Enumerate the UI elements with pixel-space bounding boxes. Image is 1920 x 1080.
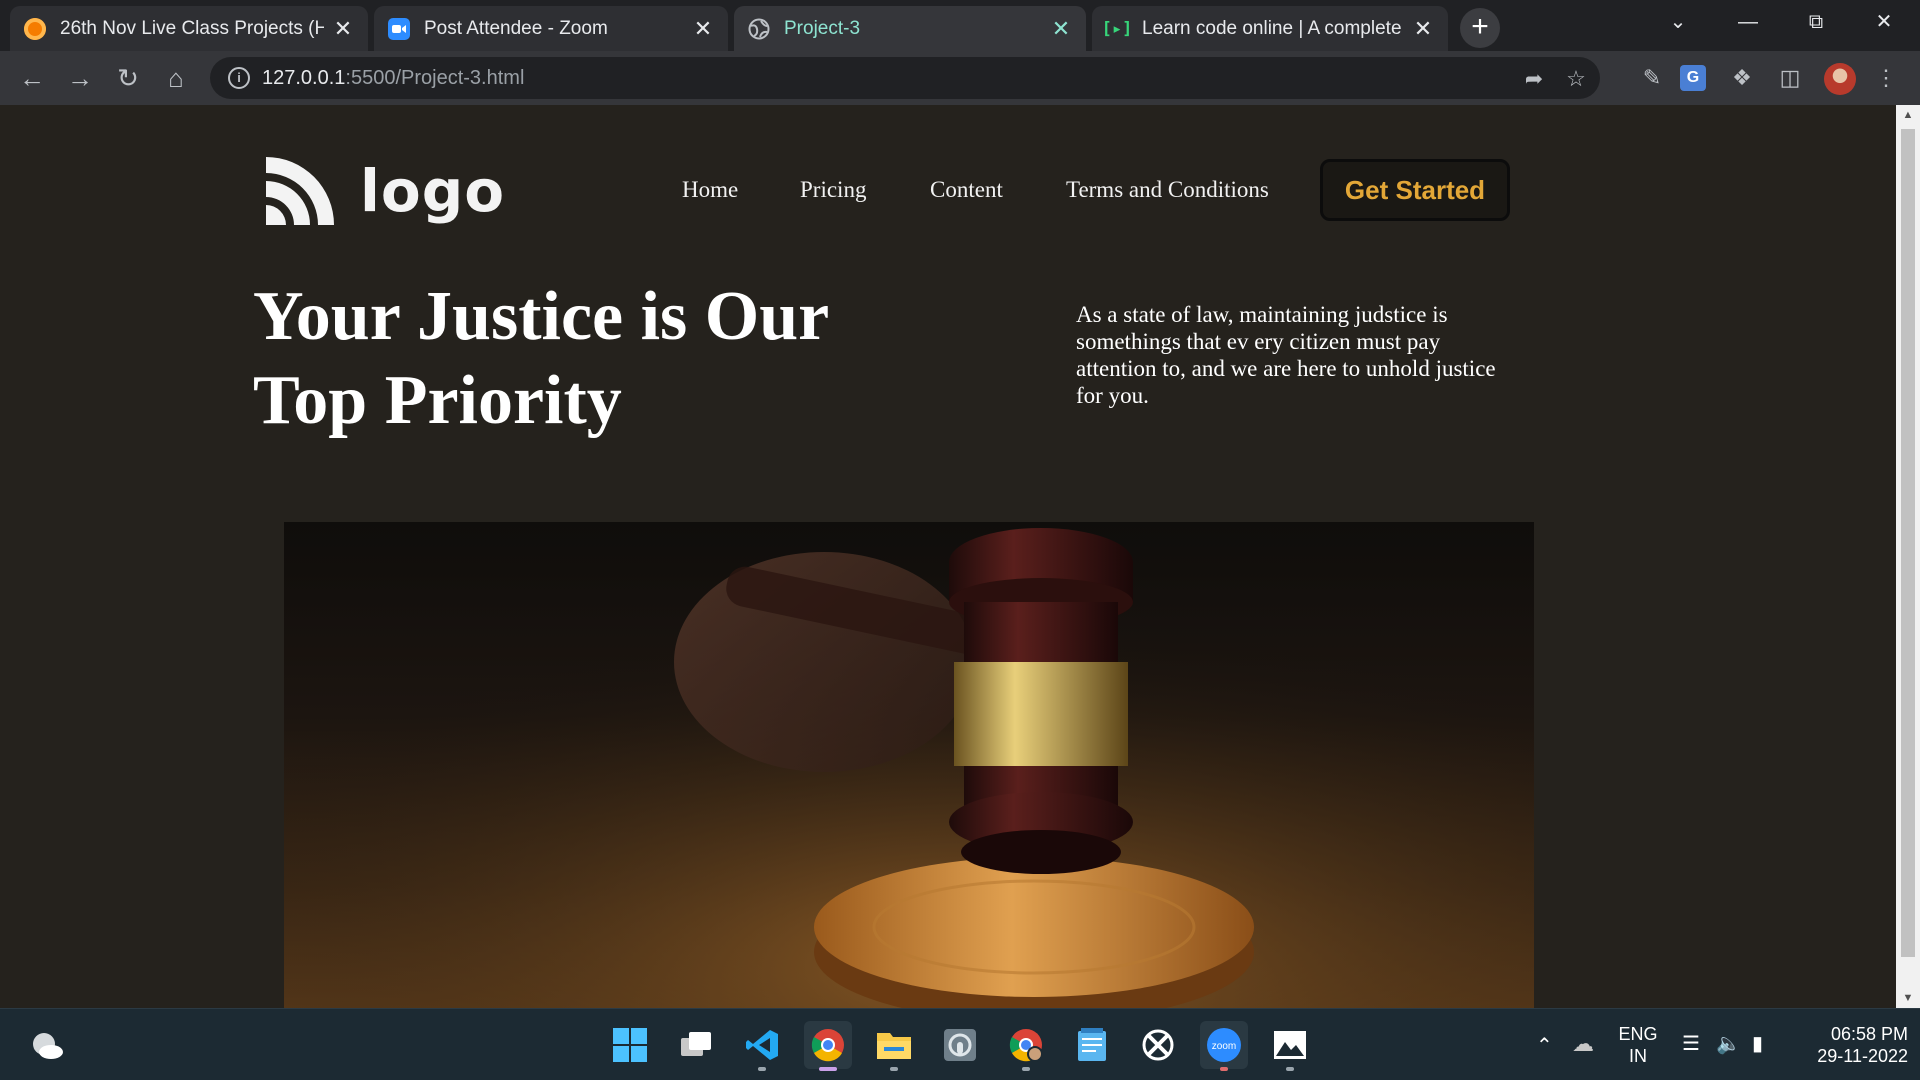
hero-description: As a state of law, maintaining judstice …: [1076, 302, 1496, 408]
chrome-profile-icon[interactable]: [1002, 1021, 1050, 1071]
side-panel-icon[interactable]: ◫: [1774, 62, 1806, 94]
file-explorer-icon[interactable]: [870, 1021, 918, 1071]
globe-icon: [748, 18, 770, 40]
tab-live-class-projects[interactable]: 26th Nov Live Class Projects (HTML ✕: [10, 6, 368, 51]
nav-content[interactable]: Content: [930, 177, 1003, 203]
tab-learn-code-online[interactable]: [▸] Learn code online | A complete p ✕: [1092, 6, 1448, 51]
start-windows-icon[interactable]: [606, 1021, 654, 1069]
page-scrollbar[interactable]: ▲ ▼: [1896, 105, 1920, 1008]
site-logo[interactable]: logo: [262, 153, 505, 229]
tab-title: Learn code online | A complete p: [1142, 17, 1404, 39]
vscode-icon[interactable]: [738, 1021, 786, 1071]
tab-title: 26th Nov Live Class Projects (HTML: [60, 17, 324, 39]
minimize-icon[interactable]: —: [1718, 0, 1778, 44]
clock[interactable]: 06:58 PM 29-11-2022: [1788, 1023, 1908, 1067]
bookmark-star-icon[interactable]: ☆: [1562, 65, 1590, 93]
close-icon[interactable]: ✕: [692, 17, 714, 40]
gavel-hero-image: [284, 522, 1534, 1008]
battery-icon[interactable]: ▮: [1752, 1031, 1763, 1056]
more-menu-icon[interactable]: ⋮: [1870, 62, 1902, 94]
orange-circle-icon: [24, 17, 46, 40]
task-view-icon[interactable]: [672, 1021, 720, 1069]
code-play-icon: [▸]: [1101, 18, 1133, 39]
tab-strip: 26th Nov Live Class Projects (HTML ✕ Pos…: [0, 0, 1920, 51]
site-info-icon[interactable]: i: [228, 67, 250, 89]
volume-icon[interactable]: 🔈: [1716, 1031, 1741, 1056]
home-icon[interactable]: ⌂: [158, 60, 194, 96]
logo-text: logo: [360, 157, 506, 225]
restore-icon[interactable]: ⧉: [1786, 0, 1846, 44]
close-icon[interactable]: ✕: [332, 17, 354, 40]
translate-icon[interactable]: G: [1680, 65, 1706, 91]
onedrive-offline-icon[interactable]: ☁: [1572, 1031, 1594, 1057]
share-icon[interactable]: ➦: [1520, 65, 1548, 93]
svg-text:zoom: zoom: [1212, 1041, 1236, 1052]
close-icon[interactable]: ✕: [1412, 17, 1434, 40]
tab-title: Post Attendee - Zoom: [424, 17, 608, 39]
browser-toolbar: ← → ↻ ⌂ i 127.0.0.1:5500/Project-3.html …: [0, 51, 1920, 105]
windows-taskbar: zoom ⌃ ☁ ENG IN ☰ 🔈 ▮ 06:58 PM 29-11-202…: [0, 1008, 1920, 1080]
window-close-icon[interactable]: ✕: [1854, 0, 1914, 44]
get-started-button[interactable]: Get Started: [1320, 159, 1510, 221]
zoom-camera-icon: [388, 17, 410, 40]
scroll-up-arrow-icon[interactable]: ▲: [1896, 105, 1920, 125]
close-icon[interactable]: ✕: [1050, 17, 1072, 40]
back-arrow-icon[interactable]: ←: [14, 60, 50, 96]
weather-cloud-icon[interactable]: [24, 1021, 72, 1069]
wifi-icon[interactable]: ☰: [1682, 1031, 1700, 1056]
nav-pricing[interactable]: Pricing: [800, 177, 866, 203]
tab-search-icon[interactable]: ⌄: [1648, 0, 1708, 44]
logo-wave-icon: [266, 157, 334, 225]
camera-app-icon[interactable]: [936, 1021, 984, 1069]
address-bar[interactable]: i 127.0.0.1:5500/Project-3.html ➦ ☆: [210, 57, 1600, 99]
xbox-icon[interactable]: [1134, 1021, 1182, 1069]
show-hidden-icons-chevron-icon[interactable]: ⌃: [1536, 1033, 1553, 1058]
new-tab-button[interactable]: +: [1460, 8, 1500, 48]
url-text[interactable]: 127.0.0.1:5500/Project-3.html: [262, 67, 524, 90]
gavel-illustration: [284, 522, 1534, 1008]
notepad-icon[interactable]: [1068, 1021, 1116, 1069]
hero-title: Your Justice is Our Top Priority: [253, 278, 828, 439]
tab-post-attendee-zoom[interactable]: Post Attendee - Zoom ✕: [374, 6, 728, 51]
page-viewport: logo Home Pricing Content Terms and Cond…: [0, 105, 1896, 1008]
nav-terms[interactable]: Terms and Conditions: [1066, 177, 1269, 203]
extensions-puzzle-icon[interactable]: ❖: [1726, 62, 1758, 94]
photos-icon[interactable]: [1266, 1021, 1314, 1071]
reload-icon[interactable]: ↻: [110, 60, 146, 96]
zoom-app-icon[interactable]: zoom: [1200, 1021, 1248, 1071]
pen-extension-icon[interactable]: ✎: [1636, 62, 1668, 94]
tab-title: Project-3: [784, 17, 861, 39]
forward-arrow-icon[interactable]: →: [62, 60, 98, 96]
chrome-icon[interactable]: [804, 1021, 852, 1071]
scrollbar-thumb[interactable]: [1901, 129, 1915, 957]
profile-avatar[interactable]: [1824, 63, 1856, 95]
scroll-down-arrow-icon[interactable]: ▼: [1896, 988, 1920, 1008]
tab-project-3[interactable]: Project-3 ✕: [734, 6, 1086, 51]
nav-home[interactable]: Home: [682, 177, 738, 203]
language-indicator[interactable]: ENG IN: [1612, 1023, 1664, 1067]
